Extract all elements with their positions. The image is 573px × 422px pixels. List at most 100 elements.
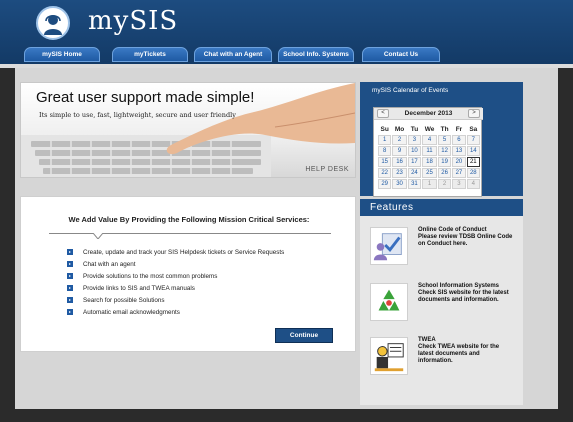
calendar-day[interactable]: 30 bbox=[392, 179, 407, 189]
weekday-label: We bbox=[424, 125, 435, 133]
arrow-bullet-icon bbox=[67, 309, 73, 315]
calendar-day[interactable]: 8 bbox=[378, 146, 392, 156]
calendar-day[interactable]: 16 bbox=[392, 157, 407, 167]
calendar-day[interactable]: 3 bbox=[407, 135, 422, 145]
service-item: Create, update and track your SIS Helpde… bbox=[67, 246, 284, 258]
service-item: Provide solutions to the most common pro… bbox=[67, 270, 284, 282]
calendar-day[interactable]: 7 bbox=[466, 135, 480, 145]
calendar-day[interactable]: 26 bbox=[437, 168, 452, 178]
nav-mysis-home[interactable]: mySIS Home bbox=[24, 47, 100, 62]
weekday-label: Fr bbox=[455, 125, 463, 133]
calendar-day-next-month[interactable]: 3 bbox=[452, 179, 466, 189]
feature-title: TWEA bbox=[418, 337, 436, 343]
calendar-day[interactable]: 4 bbox=[422, 135, 437, 145]
calendar-panel: mySIS Calendar of Events < December 2013… bbox=[360, 82, 523, 197]
recycle-icon[interactable] bbox=[370, 283, 408, 321]
weekday-label: Sa bbox=[469, 125, 478, 133]
calendar-day[interactable]: 17 bbox=[407, 157, 422, 167]
help-desk-caption: HELP DESK bbox=[305, 166, 349, 173]
calendar-day-next-month[interactable]: 1 bbox=[422, 179, 437, 189]
nav-chat-agent[interactable]: Chat with an Agent bbox=[194, 47, 272, 62]
calendar-day[interactable]: 9 bbox=[392, 146, 407, 156]
arrow-bullet-icon bbox=[67, 273, 73, 279]
calendar-header: < December 2013 > bbox=[374, 108, 483, 120]
calendar-grid: Su Mo Tu We Th Fr Sa 1 2 3 4 5 6 7 8 9 1… bbox=[377, 123, 481, 190]
service-item: Automatic email acknowledgments bbox=[67, 306, 284, 318]
calendar-day[interactable]: 18 bbox=[422, 157, 437, 167]
feature-school-info-systems[interactable]: School Information Systems Check SIS web… bbox=[370, 283, 520, 325]
calendar-day[interactable]: 10 bbox=[407, 146, 422, 156]
calendar-day[interactable]: 20 bbox=[452, 157, 466, 167]
arrow-bullet-icon bbox=[67, 297, 73, 303]
calendar-day[interactable]: 28 bbox=[466, 168, 480, 178]
weekday-label: Th bbox=[440, 125, 449, 133]
calendar-day[interactable]: 2 bbox=[392, 135, 407, 145]
calendar-day[interactable]: 5 bbox=[437, 135, 452, 145]
calendar-widget: < December 2013 > Su Mo Tu We Th Fr Sa 1 bbox=[373, 107, 483, 197]
app-title: mySIS bbox=[88, 6, 179, 36]
calendar-day[interactable]: 14 bbox=[466, 146, 480, 156]
calendar-day[interactable]: 23 bbox=[392, 168, 407, 178]
calendar-day[interactable]: 11 bbox=[422, 146, 437, 156]
calendar-title: mySIS Calendar of Events bbox=[372, 87, 449, 94]
weekday-label: Mo bbox=[394, 125, 405, 133]
conduct-icon[interactable] bbox=[370, 227, 408, 265]
calendar-day[interactable]: 15 bbox=[378, 157, 392, 167]
service-item-label: Provide solutions to the most common pro… bbox=[83, 272, 218, 280]
hero-title: Great user support made simple! bbox=[36, 89, 255, 106]
feature-title: Online Code of Conduct bbox=[418, 227, 487, 233]
weekday-label: Tu bbox=[410, 125, 419, 133]
feature-text: TWEA Check TWEA website for the latest d… bbox=[418, 337, 513, 365]
feature-twea[interactable]: TWEA Check TWEA website for the latest d… bbox=[370, 337, 520, 379]
services-title: We Add Value By Providing the Following … bbox=[68, 215, 310, 224]
twea-icon[interactable] bbox=[370, 337, 408, 375]
arrow-bullet-icon bbox=[67, 249, 73, 255]
hero-subtitle: Its simple to use, fast, lightweight, se… bbox=[39, 111, 236, 119]
nav-school-info[interactable]: School Info. Systems bbox=[278, 47, 354, 62]
weekday-label: Su bbox=[380, 125, 389, 133]
continue-button[interactable]: Continue bbox=[275, 328, 333, 343]
calendar-month: December 2013 bbox=[404, 110, 453, 117]
calendar-day[interactable]: 1 bbox=[378, 135, 392, 145]
service-item-label: Create, update and track your SIS Helpde… bbox=[83, 248, 285, 256]
feature-description: Please review TDSB Online Code on Conduc… bbox=[418, 234, 513, 247]
nav-mytickets[interactable]: myTickets bbox=[112, 47, 188, 62]
feature-text: Online Code of Conduct Please review TDS… bbox=[418, 227, 513, 248]
feature-text: School Information Systems Check SIS web… bbox=[418, 283, 513, 304]
service-item-label: Automatic email acknowledgments bbox=[83, 308, 180, 316]
feature-code-of-conduct[interactable]: Online Code of Conduct Please review TDS… bbox=[370, 227, 520, 269]
calendar-day[interactable]: 29 bbox=[378, 179, 392, 189]
logo[interactable] bbox=[36, 6, 70, 40]
calendar-day[interactable]: 24 bbox=[407, 168, 422, 178]
hero-banner: Great user support made simple! Its simp… bbox=[20, 82, 356, 178]
services-list: Create, update and track your SIS Helpde… bbox=[67, 246, 284, 318]
arrow-bullet-icon bbox=[67, 285, 73, 291]
feature-title: School Information Systems bbox=[418, 283, 500, 289]
features-panel: Features Online Code of Conduct Please r… bbox=[360, 199, 523, 405]
service-item: Provide links to SIS and TWEA manuals bbox=[67, 282, 284, 294]
next-month-button[interactable]: > bbox=[468, 109, 480, 118]
service-item-label: Chat with an agent bbox=[83, 260, 136, 268]
calendar-day[interactable]: 22 bbox=[378, 168, 392, 178]
calendar-day[interactable]: 25 bbox=[422, 168, 437, 178]
service-item-label: Provide links to SIS and TWEA manuals bbox=[83, 284, 195, 292]
services-divider bbox=[49, 233, 331, 234]
headset-user-icon bbox=[44, 14, 62, 35]
calendar-day[interactable]: 19 bbox=[437, 157, 452, 167]
calendar-day-next-month[interactable]: 4 bbox=[466, 179, 480, 189]
features-heading: Features bbox=[360, 199, 523, 216]
calendar-day[interactable]: 31 bbox=[407, 179, 422, 189]
service-item-label: Search for possible Solutions bbox=[83, 296, 165, 304]
feature-description: Check TWEA website for the latest docume… bbox=[418, 344, 500, 364]
arrow-bullet-icon bbox=[67, 261, 73, 267]
main-nav: mySIS Home myTickets Chat with an Agent … bbox=[0, 47, 573, 64]
calendar-day-next-month[interactable]: 2 bbox=[437, 179, 452, 189]
service-item: Search for possible Solutions bbox=[67, 294, 284, 306]
calendar-day[interactable]: 6 bbox=[452, 135, 466, 145]
divider-notch-icon bbox=[93, 233, 103, 239]
calendar-day-today[interactable]: 21 bbox=[466, 157, 480, 167]
calendar-day[interactable]: 13 bbox=[452, 146, 466, 156]
calendar-day[interactable]: 27 bbox=[452, 168, 466, 178]
calendar-day[interactable]: 12 bbox=[437, 146, 452, 156]
nav-contact-us[interactable]: Contact Us bbox=[362, 47, 440, 62]
